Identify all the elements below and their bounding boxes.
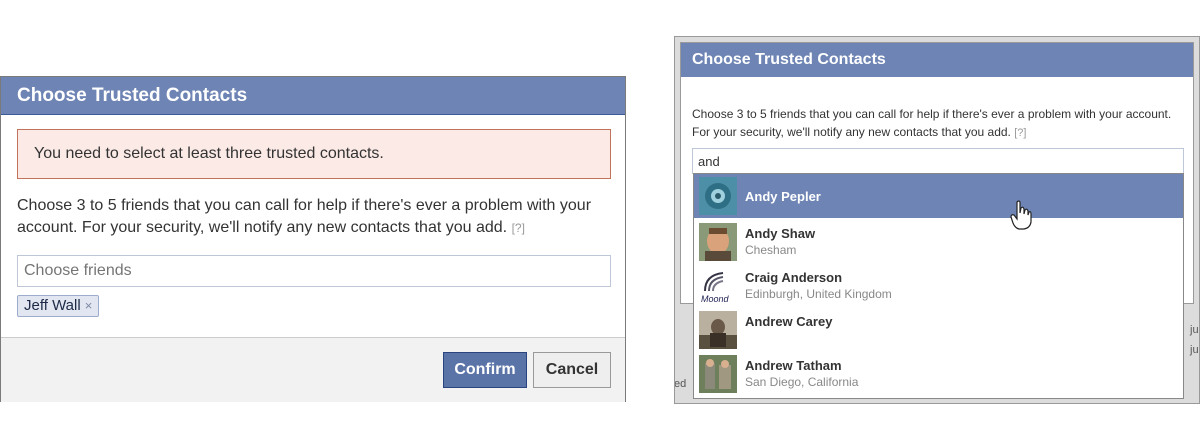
background-text: ju (1190, 324, 1199, 336)
avatar-text: Moond (701, 294, 729, 304)
avatar: Moond (699, 267, 737, 305)
avatar (699, 177, 737, 215)
trusted-contacts-dialog: Choose Trusted Contacts You need to sele… (0, 76, 626, 402)
suggestion-name: Andy Pepler (745, 188, 821, 204)
error-message: You need to select at least three truste… (17, 129, 611, 179)
suggestion-item[interactable]: Andrew Tatham San Diego, California (694, 352, 1183, 396)
suggestion-name: Andy Shaw (745, 226, 816, 241)
description-text: Choose 3 to 5 friends that you can call … (692, 107, 1172, 139)
suggestion-location: San Diego, California (745, 375, 859, 389)
hand-cursor-icon (1010, 200, 1032, 230)
suggestion-location: Edinburgh, United Kingdom (745, 287, 892, 301)
choose-friends-input[interactable] (17, 255, 611, 287)
avatar (699, 223, 737, 261)
friend-suggestions-dropdown: Andy Pepler Andy Shaw Chesham Moond Crai… (693, 173, 1184, 399)
avatar (699, 355, 737, 393)
cancel-button[interactable]: Cancel (533, 352, 611, 388)
suggestion-name: Andrew Carey (745, 314, 833, 329)
token-label: Jeff Wall (24, 297, 81, 314)
help-link[interactable]: [?] (512, 221, 525, 235)
suggestion-item[interactable]: Andy Pepler (694, 174, 1183, 218)
suggestion-name: Craig Anderson (745, 270, 843, 285)
suggestion-item[interactable]: Andy Shaw Chesham (694, 220, 1183, 264)
dialog-description: Choose 3 to 5 friends that you can call … (17, 195, 617, 239)
suggestion-location: Chesham (745, 243, 797, 257)
description-text: Choose 3 to 5 friends that you can call … (17, 197, 592, 236)
dialog-title: Choose Trusted Contacts (681, 43, 1193, 77)
suggestion-name: Andrew Tatham (745, 358, 842, 373)
dialog-description: Choose 3 to 5 friends that you can call … (692, 105, 1172, 142)
dialog-title: Choose Trusted Contacts (1, 77, 625, 115)
background-text: ju (1190, 344, 1199, 356)
dialog-footer: Confirm Cancel (1, 337, 625, 402)
confirm-button[interactable]: Confirm (443, 352, 527, 388)
remove-token-icon[interactable]: × (85, 296, 93, 316)
avatar (699, 311, 737, 349)
suggestion-item[interactable]: Andrew Carey (694, 308, 1183, 352)
suggestion-item[interactable]: Moond Craig Anderson Edinburgh, United K… (694, 264, 1183, 308)
help-link[interactable]: [?] (1014, 127, 1026, 139)
background-text: ed (674, 378, 687, 390)
selected-friend-token: Jeff Wall × (17, 295, 100, 317)
friend-search-input[interactable] (692, 148, 1184, 174)
